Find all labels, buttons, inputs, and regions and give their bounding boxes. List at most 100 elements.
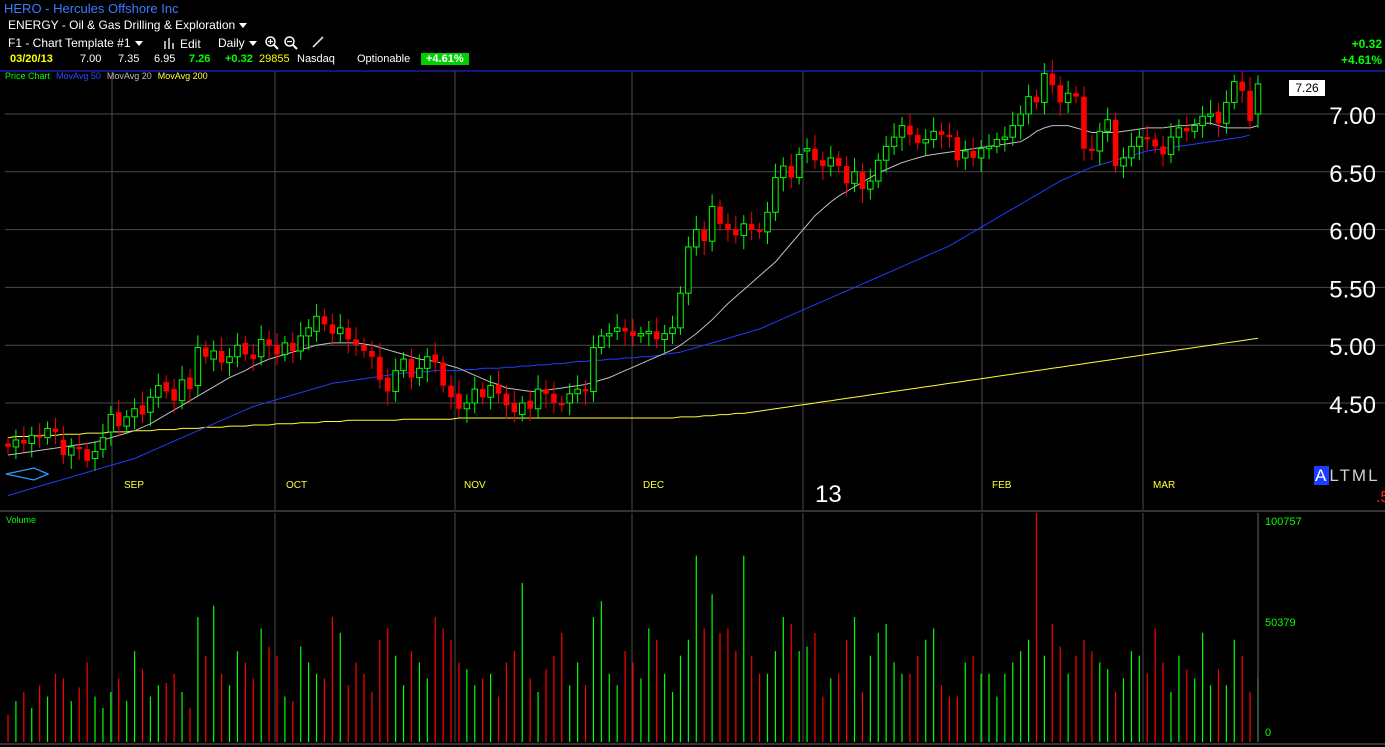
candle-body-up xyxy=(1009,125,1017,138)
ma20-path xyxy=(7,122,1259,456)
candle-body-down xyxy=(408,359,415,378)
candle-body-up xyxy=(424,356,431,369)
candle-body-up xyxy=(305,327,312,337)
candle-body-down xyxy=(938,131,945,135)
candle-body-up xyxy=(518,402,526,416)
candle-body-up xyxy=(574,388,581,395)
legend-ma50: MovAvg 50 xyxy=(56,71,101,81)
candle-body-up xyxy=(930,130,937,140)
candle-body-up xyxy=(1230,81,1238,103)
candle-body-down xyxy=(1215,111,1222,124)
price-volume-chart[interactable]: 7.00 6.50 6.00 5.50 5.00 4.50 SEP OCT NOV DEC FEB… xyxy=(0,0,1385,747)
candle-body-up xyxy=(392,370,399,392)
candle-body-down xyxy=(543,389,549,394)
candle-body-up xyxy=(993,138,1001,147)
candle-body-up xyxy=(985,145,993,150)
candle-body-up xyxy=(194,347,202,387)
candle-body-down xyxy=(843,166,850,184)
volume-tick-label: 100757 xyxy=(1265,516,1302,528)
candle-body-up xyxy=(487,385,494,398)
candle-body-up xyxy=(685,246,692,294)
candle-body-up xyxy=(1128,145,1135,159)
candle-body-up xyxy=(1175,127,1183,138)
candle-body-down xyxy=(384,377,391,392)
candle-body-up xyxy=(1017,113,1024,127)
ma50-line xyxy=(7,134,1251,496)
candle-body-up xyxy=(297,335,304,352)
candle-body-down xyxy=(788,166,794,178)
candle-body-up xyxy=(795,153,803,179)
candle-body-up xyxy=(661,333,668,340)
candles xyxy=(5,59,1262,471)
volume-axis-labels: 100757 50379 0 xyxy=(1265,516,1302,739)
candle-body-up xyxy=(1025,96,1032,115)
month-tick-label: MAR xyxy=(1153,480,1175,491)
timeframe-rest[interactable]: LTML xyxy=(1329,466,1379,485)
candle-body-down xyxy=(171,389,177,401)
candle-body-up xyxy=(226,356,233,364)
candle-body-up xyxy=(1136,136,1143,147)
candle-body-down xyxy=(52,428,59,432)
candle-body-down xyxy=(653,331,660,340)
candle-body-down xyxy=(915,134,921,143)
candle-body-down xyxy=(835,157,842,167)
x-axis-labels: SEP OCT NOV DEC FEB MAR xyxy=(124,480,1175,491)
timeframe-selector[interactable]: ALTML xyxy=(1314,466,1380,486)
candle-body-up xyxy=(91,451,99,459)
candle-body-up xyxy=(1096,130,1104,152)
candle-body-down xyxy=(1049,73,1056,86)
candle-body-up xyxy=(977,148,985,159)
candle-body-up xyxy=(874,159,882,182)
candle-body-up xyxy=(131,408,138,418)
candle-body-down xyxy=(440,362,446,386)
candle-body-up xyxy=(12,439,20,448)
timeframe-a[interactable]: A xyxy=(1314,466,1330,485)
candle-body-up xyxy=(962,150,969,159)
candle-body-up xyxy=(337,327,344,335)
ma20-line xyxy=(7,122,1259,456)
red-marker: .5 xyxy=(1376,489,1385,506)
candle-body-up xyxy=(234,344,241,358)
price-tick-label: 6.50 xyxy=(1329,161,1376,188)
candle-body-down xyxy=(242,342,249,355)
candle-body-down xyxy=(21,439,27,444)
chart-legend: Price Chart MovAvg 50 MovAvg 20 MovAvg 200 xyxy=(5,71,214,81)
candle-body-up xyxy=(827,157,835,167)
candle-body-up xyxy=(669,327,676,335)
candle-body-up xyxy=(772,177,779,213)
price-tick-label: 7.00 xyxy=(1329,103,1376,130)
candle-body-up xyxy=(147,396,154,413)
candle-body-down xyxy=(76,446,82,450)
candle-body-down xyxy=(1033,96,1040,103)
month-tick-label: OCT xyxy=(286,480,307,491)
ma50-path xyxy=(7,134,1251,496)
candle-body-down xyxy=(495,384,502,394)
candle-body-up xyxy=(693,229,700,248)
candle-body-down xyxy=(1152,139,1158,147)
volume-tick-label: 0 xyxy=(1265,727,1271,739)
candle-body-down xyxy=(1239,81,1245,91)
candle-body-down xyxy=(630,331,636,336)
candle-body-down xyxy=(907,125,913,135)
candle-body-down xyxy=(266,339,272,346)
candle-body-down xyxy=(218,350,225,363)
candle-body-up xyxy=(867,180,874,190)
candle-body-up xyxy=(1207,113,1214,117)
candle-body-down xyxy=(163,382,169,392)
candle-body-down xyxy=(954,137,961,161)
candle-body-down xyxy=(1089,148,1095,151)
candle-body-up xyxy=(890,136,898,147)
candle-body-up xyxy=(471,388,479,404)
candle-body-down xyxy=(203,347,209,357)
candle-body-down xyxy=(274,345,280,355)
candle-body-down xyxy=(1081,96,1087,149)
candle-body-up xyxy=(68,446,75,456)
y-axis-labels: 7.00 6.50 6.00 5.50 5.00 4.50 xyxy=(1329,103,1376,419)
month-tick-label: NOV xyxy=(464,480,486,491)
candle-body-down xyxy=(511,403,518,413)
candle-body-down xyxy=(290,342,296,351)
legend-ma200: MovAvg 200 xyxy=(157,71,208,81)
candle-body-up xyxy=(1191,125,1198,132)
scroll-handle-icon[interactable] xyxy=(5,467,50,481)
candle-body-down xyxy=(748,223,755,230)
